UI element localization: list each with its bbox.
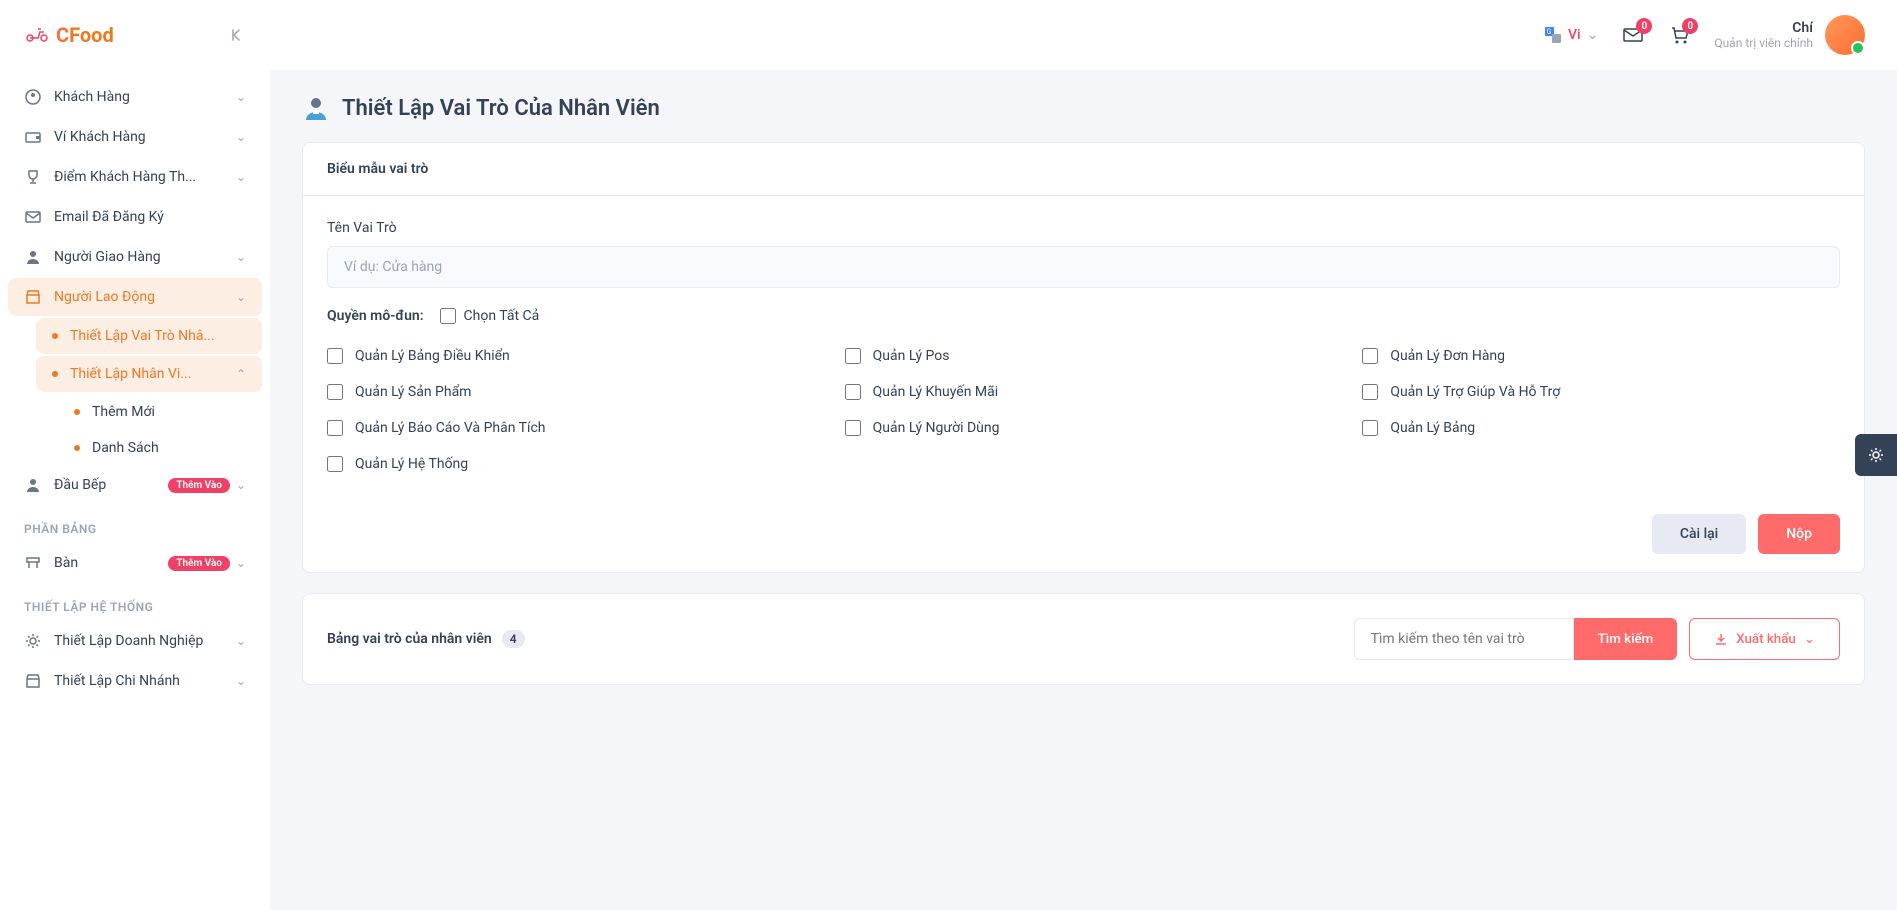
sidebar-item-points[interactable]: Điểm Khách Hàng Th... ⌄ xyxy=(8,158,262,196)
sidebar-sub-add-new[interactable]: Thêm Mới xyxy=(58,394,262,430)
sidebar-item-table[interactable]: Bàn Thêm Vào⌄ xyxy=(8,544,262,582)
svg-text:G: G xyxy=(1547,28,1552,36)
role-table-card: Bảng vai trò của nhân viên 4 Tìm kiếm Xu… xyxy=(302,593,1865,685)
wallet-icon xyxy=(24,128,42,146)
page-title: Thiết Lập Vai Trò Của Nhân Viên xyxy=(342,96,660,121)
select-all-checkbox[interactable]: Chọn Tất Cả xyxy=(440,308,540,324)
language-switcher[interactable]: G Vi ⌄ xyxy=(1544,26,1598,44)
employee-icon xyxy=(302,94,330,122)
search-input[interactable] xyxy=(1354,618,1574,660)
role-name-label: Tên Vai Trò xyxy=(327,220,1840,236)
branch-icon xyxy=(24,672,42,690)
content: Thiết Lập Vai Trò Của Nhân Viên Biểu mẫu… xyxy=(270,70,1897,729)
scooter-icon xyxy=(24,25,48,45)
sidebar: CFood Khách Hàng ⌄ Ví Khách Hàng ⌄ Điểm … xyxy=(0,0,270,910)
perm-reports[interactable]: Quản Lý Báo Cáo Và Phân Tích xyxy=(327,420,805,436)
sidebar-item-wallet[interactable]: Ví Khách Hàng ⌄ xyxy=(8,118,262,156)
chevron-down-icon: ⌄ xyxy=(236,170,246,184)
perm-support[interactable]: Quản Lý Trợ Giúp Và Hỗ Trợ xyxy=(1362,384,1840,400)
chevron-down-icon: ⌄ xyxy=(1587,27,1599,43)
perm-orders[interactable]: Quản Lý Đơn Hàng xyxy=(1362,348,1840,364)
perm-dashboard[interactable]: Quản Lý Bảng Điều Khiển xyxy=(327,348,805,364)
cart-button[interactable]: 0 xyxy=(1668,24,1690,46)
sidebar-item-employees[interactable]: Người Lao Động ⌄ xyxy=(8,278,262,316)
submit-button[interactable]: Nộp xyxy=(1758,514,1840,554)
user-menu[interactable]: Chí Quản trị viên chính xyxy=(1714,15,1865,55)
chevron-down-icon: ⌄ xyxy=(236,130,246,144)
chef-icon xyxy=(24,476,42,494)
sidebar-sub-list[interactable]: Danh Sách xyxy=(58,430,262,466)
settings-tab[interactable] xyxy=(1855,434,1897,476)
chevron-down-icon: ⌄ xyxy=(236,290,246,304)
page-header: Thiết Lập Vai Trò Của Nhân Viên xyxy=(302,94,1865,122)
topbar: G Vi ⌄ 0 0 Chí Quản trị viên chính xyxy=(270,0,1897,70)
addon-badge: Thêm Vào xyxy=(168,478,230,493)
nav-section-table: PHẦN BẢNG xyxy=(8,506,262,544)
table-title: Bảng vai trò của nhân viên xyxy=(327,631,492,647)
sidebar-item-customers[interactable]: Khách Hàng ⌄ xyxy=(8,78,262,116)
perm-products[interactable]: Quản Lý Sản Phẩm xyxy=(327,384,805,400)
role-form-card: Biểu mẫu vai trò Tên Vai Trò Quyền mô-đu… xyxy=(302,142,1865,573)
translate-icon: G xyxy=(1544,26,1562,44)
export-button[interactable]: Xuất khẩu ⌄ xyxy=(1689,618,1840,660)
sidebar-item-chef[interactable]: Đầu Bếp Thêm Vào⌄ xyxy=(8,466,262,504)
trophy-icon xyxy=(24,168,42,186)
sidebar-item-branch-setup[interactable]: Thiết Lập Chi Nhánh ⌄ xyxy=(8,662,262,700)
table-icon xyxy=(24,554,42,572)
chevron-down-icon: ⌄ xyxy=(236,250,246,264)
chevron-down-icon: ⌄ xyxy=(236,556,246,570)
role-name-input[interactable] xyxy=(327,246,1840,288)
chevron-down-icon: ⌄ xyxy=(236,674,246,688)
chevron-down-icon: ⌄ xyxy=(236,90,246,104)
avatar xyxy=(1825,15,1865,55)
perm-promo[interactable]: Quản Lý Khuyến Mãi xyxy=(845,384,1323,400)
message-count-badge: 0 xyxy=(1636,18,1652,34)
chevron-down-icon: ⌄ xyxy=(1804,632,1815,647)
user-name: Chí xyxy=(1714,20,1813,36)
gear-icon xyxy=(24,632,42,650)
perm-system[interactable]: Quản Lý Hệ Thống xyxy=(327,456,805,472)
sidebar-item-delivery[interactable]: Người Giao Hàng ⌄ xyxy=(8,238,262,276)
perm-pos[interactable]: Quản Lý Pos xyxy=(845,348,1323,364)
mail-icon xyxy=(24,208,42,226)
nav: Khách Hàng ⌄ Ví Khách Hàng ⌄ Điểm Khách … xyxy=(0,70,270,722)
chevron-up-icon: ⌃ xyxy=(236,367,246,381)
reset-button[interactable]: Cài lại xyxy=(1652,514,1746,554)
download-icon xyxy=(1714,632,1728,646)
cart-count-badge: 0 xyxy=(1682,18,1698,34)
user-circle-icon xyxy=(24,88,42,106)
person-icon xyxy=(24,248,42,266)
perm-table[interactable]: Quản Lý Bảng xyxy=(1362,420,1840,436)
nav-section-system: THIẾT LẬP HỆ THỐNG xyxy=(8,584,262,622)
sidebar-sub-staff-setup[interactable]: Thiết Lập Nhân Vi... ⌃ xyxy=(36,356,262,392)
permission-grid: Quản Lý Bảng Điều Khiển Quản Lý Pos Quản… xyxy=(327,348,1840,472)
store-icon xyxy=(24,288,42,306)
sidebar-item-biz-setup[interactable]: Thiết Lập Doanh Nghiệp ⌄ xyxy=(8,622,262,660)
sidebar-sub-role-setup[interactable]: Thiết Lập Vai Trò Nhâ... xyxy=(36,318,262,354)
logo[interactable]: CFood xyxy=(24,23,114,47)
sidebar-header: CFood xyxy=(0,0,270,70)
search-button[interactable]: Tìm kiếm xyxy=(1574,618,1678,660)
collapse-sidebar-button[interactable] xyxy=(228,26,246,44)
form-header: Biểu mẫu vai trò xyxy=(303,143,1864,196)
table-count-badge: 4 xyxy=(502,630,525,648)
messages-button[interactable]: 0 xyxy=(1622,24,1644,46)
chevron-down-icon: ⌄ xyxy=(236,478,246,492)
main: G Vi ⌄ 0 0 Chí Quản trị viên chính xyxy=(270,0,1897,910)
chevron-down-icon: ⌄ xyxy=(236,634,246,648)
addon-badge: Thêm Vào xyxy=(168,556,230,571)
module-permission-label: Quyền mô-đun: xyxy=(327,308,424,324)
sidebar-item-emails[interactable]: Email Đã Đăng Ký xyxy=(8,198,262,236)
user-role: Quản trị viên chính xyxy=(1714,36,1813,50)
perm-users[interactable]: Quản Lý Người Dùng xyxy=(845,420,1323,436)
